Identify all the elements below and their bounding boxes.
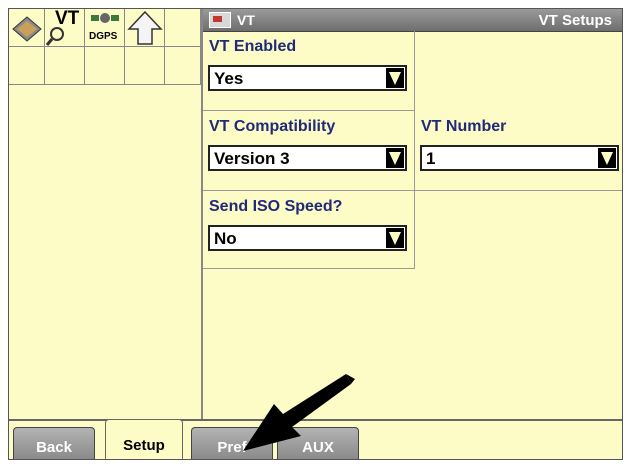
tab-bar: Back Setup Pref AUX — [9, 419, 622, 459]
icon-cell[interactable] — [9, 9, 45, 47]
empty-icon-slot — [125, 47, 165, 85]
empty-icon-slot — [165, 47, 201, 85]
vt-enabled-label: VT Enabled — [209, 38, 297, 55]
dropdown-arrow-icon — [386, 148, 404, 168]
left-panel: VT DGPS — [9, 9, 203, 419]
tab-aux[interactable]: AUX — [277, 427, 359, 459]
empty-icon-slot — [45, 47, 85, 85]
vt-setup-screen: VT DGPS VT VT Setups VT Enabled Yes VT C… — [8, 8, 623, 460]
vt-icon[interactable]: VT — [45, 9, 85, 47]
tab-back[interactable]: Back — [13, 427, 95, 459]
vt-number-dropdown[interactable]: 1 — [420, 145, 619, 171]
vt-enabled-field: VT Enabled Yes — [203, 31, 415, 111]
vt-number-label: VT Number — [421, 118, 507, 135]
tab-pref[interactable]: Pref — [191, 427, 273, 459]
empty-icon-slot — [85, 47, 125, 85]
send-iso-speed-label: Send ISO Speed? — [209, 198, 343, 215]
tab-setup[interactable]: Setup — [105, 419, 183, 459]
vt-number-value: 1 — [426, 149, 436, 168]
app-title: VT — [209, 12, 255, 28]
title-bar: VT VT Setups — [203, 9, 622, 32]
send-iso-speed-dropdown[interactable]: No — [208, 225, 407, 251]
screen-title: VT Setups — [538, 12, 612, 29]
vt-enabled-dropdown[interactable]: Yes — [208, 65, 407, 91]
vt-number-field: VT Number 1 — [415, 111, 622, 191]
up-arrow-icon[interactable] — [125, 9, 165, 47]
icon-toolbar: VT DGPS — [9, 9, 201, 85]
dropdown-arrow-icon — [386, 228, 404, 248]
dropdown-arrow-icon — [598, 148, 616, 168]
satellite-icon — [91, 13, 119, 23]
vt-compatibility-value: Version 3 — [214, 149, 290, 168]
book-icon — [12, 16, 42, 42]
vt-app-icon — [209, 12, 231, 28]
vt-compatibility-field: VT Compatibility Version 3 — [203, 111, 415, 191]
send-iso-speed-value: No — [214, 229, 237, 248]
send-iso-speed-field: Send ISO Speed? No — [203, 191, 415, 269]
dgps-icon[interactable]: DGPS — [85, 9, 125, 47]
dgps-label: DGPS — [89, 31, 118, 42]
vt-compatibility-label: VT Compatibility — [209, 118, 336, 135]
empty-icon-slot — [165, 9, 201, 47]
app-label: VT — [237, 12, 255, 28]
up-arrow-shape — [127, 10, 163, 45]
vt-enabled-value: Yes — [214, 69, 244, 88]
vt-compatibility-dropdown[interactable]: Version 3 — [208, 145, 407, 171]
magnifier-icon — [45, 27, 64, 46]
empty-icon-slot — [9, 47, 45, 85]
dropdown-arrow-icon — [386, 68, 404, 88]
